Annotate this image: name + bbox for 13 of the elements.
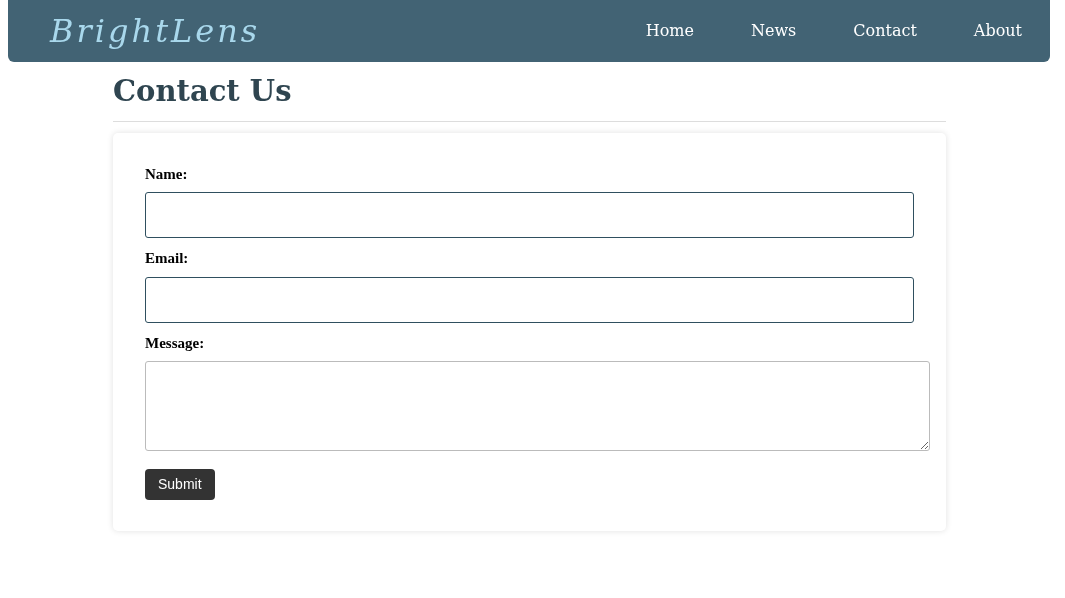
logo[interactable]: BrightLens [50,7,261,55]
nav-link[interactable]: About [973,19,1022,43]
input-field[interactable] [145,276,914,323]
page-title: Contact Us [113,74,293,109]
field-label: Message: [145,333,206,353]
nav-link[interactable]: News [750,19,797,43]
input-field[interactable] [145,192,914,239]
field-label: Email: [145,249,190,269]
nav-link[interactable]: Contact [853,19,917,43]
field-label: Name: [145,164,189,184]
nav-link[interactable]: Home [645,19,694,43]
submit-button[interactable]: Submit [145,469,215,501]
message-field[interactable] [145,361,930,452]
